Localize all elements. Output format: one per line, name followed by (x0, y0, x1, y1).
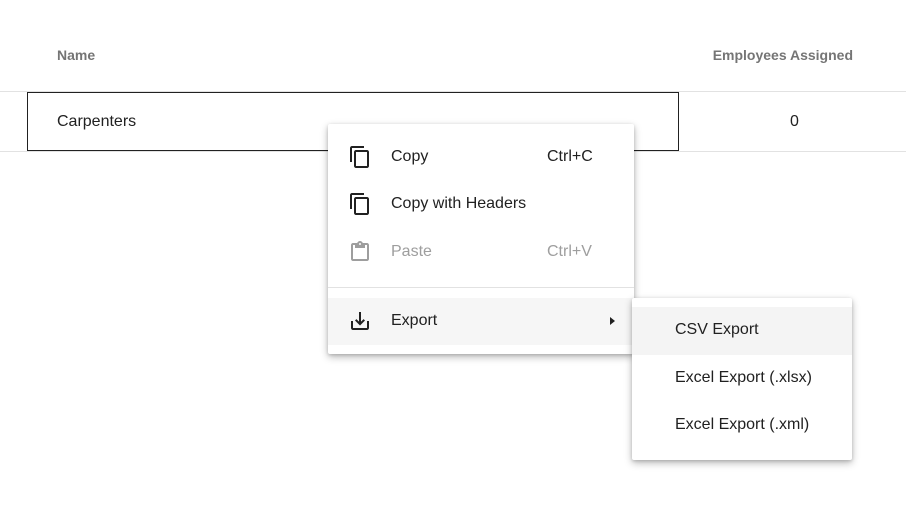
cell-employees-assigned[interactable]: 0 (790, 113, 799, 131)
menu-item-label: CSV Export (675, 321, 759, 338)
menu-item-label: Excel Export (.xlsx) (675, 369, 812, 386)
cell-name-text: Carpenters (57, 113, 137, 130)
copy-icon (350, 146, 369, 168)
menu-item-export[interactable]: Export (328, 298, 634, 345)
column-header-name[interactable]: Name (57, 47, 95, 63)
export-submenu: CSV Export Excel Export (.xlsx) Excel Ex… (632, 298, 852, 460)
menu-item-label: Excel Export (.xml) (675, 416, 810, 433)
menu-item-label: Copy (391, 148, 429, 165)
menu-item-label: Paste (391, 243, 432, 260)
context-menu: Copy Ctrl+C Copy with Headers Paste Ctrl… (328, 124, 634, 354)
download-icon (351, 312, 369, 330)
menu-item-excel-export-xml[interactable]: Excel Export (.xml) (632, 402, 852, 450)
menu-item-csv-export[interactable]: CSV Export (632, 307, 852, 355)
clipboard-icon (351, 241, 369, 261)
menu-item-label: Copy with Headers (391, 195, 527, 212)
submenu-arrow-icon (610, 317, 615, 325)
menu-item-paste[interactable]: Paste Ctrl+V (328, 229, 634, 276)
column-header-employees-assigned[interactable]: Employees Assigned (713, 47, 853, 63)
copy-icon (350, 193, 369, 215)
grid-header-row: Name Employees Assigned (0, 0, 906, 92)
menu-separator (328, 287, 634, 288)
menu-item-excel-export-xlsx[interactable]: Excel Export (.xlsx) (632, 355, 852, 403)
menu-item-label: Export (391, 312, 438, 329)
menu-item-copy[interactable]: Copy Ctrl+C (328, 134, 634, 181)
menu-item-copy-with-headers[interactable]: Copy with Headers (328, 181, 634, 228)
menu-item-shortcut: Ctrl+C (547, 148, 593, 165)
menu-item-shortcut: Ctrl+V (547, 243, 592, 260)
